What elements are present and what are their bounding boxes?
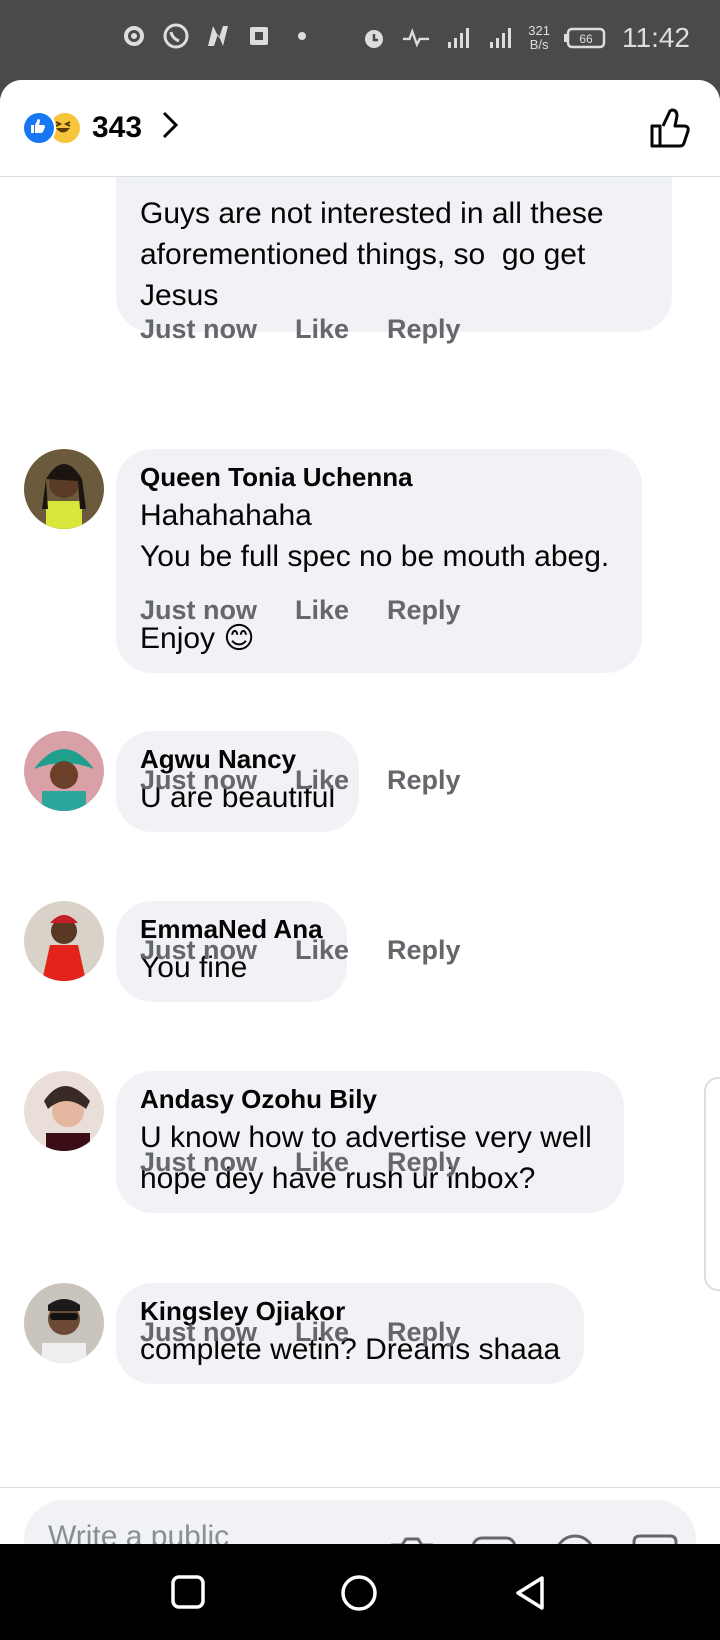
avatar[interactable] [24, 1283, 104, 1363]
reactions-summary[interactable]: 343 [22, 110, 180, 145]
reactions-header: 343 [0, 80, 720, 177]
comment-actions: Just now Like Reply [140, 595, 461, 626]
reply-comment-button[interactable]: Reply [387, 1147, 461, 1178]
reaction-count: 343 [92, 110, 143, 144]
comments-sheet: 343 Guys are not interested in all these… [0, 80, 720, 1544]
battery-icon: 66 [564, 24, 608, 52]
comment-composer: Write a public comment... [0, 1487, 720, 1544]
clock: 11:42 [622, 22, 690, 53]
comment-text: Hahahahaha You be full spec no be mouth … [140, 499, 610, 655]
like-comment-button[interactable]: Like [295, 595, 349, 626]
like-comment-button[interactable]: Like [295, 935, 349, 966]
comment-bubble[interactable]: Guys are not interested in all these afo… [116, 177, 672, 332]
comment-author[interactable]: Queen Tonia Uchenna [140, 459, 618, 495]
reply-comment-button[interactable]: Reply [387, 935, 461, 966]
activity-icon [402, 24, 430, 52]
comment-placeholder: Write a public comment... [48, 1520, 230, 1544]
n-app-icon [204, 22, 232, 50]
system-nav-bar [0, 1544, 720, 1640]
net-speed-unit: B/s [529, 37, 549, 52]
camera-icon[interactable] [388, 1533, 436, 1544]
comment-bubble[interactable]: Queen Tonia Uchenna Hahahahaha You be fu… [116, 449, 642, 673]
comment-text: Guys are not interested in all these afo… [140, 197, 612, 312]
comment-actions: Just now Like Reply [140, 314, 461, 345]
comment-time: Just now [140, 1317, 258, 1347]
signal-icon [444, 24, 472, 52]
avatar[interactable] [24, 1071, 104, 1151]
like-comment-button[interactable]: Like [295, 765, 349, 796]
chevron-right-icon [160, 110, 180, 145]
comment-actions: Just now Like Reply [140, 1147, 461, 1178]
like-comment-button[interactable]: Like [295, 1317, 349, 1348]
dot-icon [288, 22, 316, 50]
comment-time: Just now [140, 314, 258, 344]
comment-time: Just now [140, 765, 258, 795]
comment-input[interactable]: Write a public comment... [24, 1500, 696, 1544]
reply-comment-button[interactable]: Reply [387, 1317, 461, 1348]
composer-actions [388, 1532, 680, 1544]
status-bar-system: 321 B/s 66 11:42 [360, 22, 690, 54]
comment-actions: Just now Like Reply [140, 1317, 461, 1348]
comment-bubble[interactable]: Andasy Ozohu Bily U know how to advertis… [116, 1071, 624, 1213]
comment-list: Guys are not interested in all these afo… [0, 177, 720, 1487]
alarm-icon [360, 24, 388, 52]
like-comment-button[interactable]: Like [295, 314, 349, 345]
like-button-icon[interactable] [648, 106, 692, 155]
like-comment-button[interactable]: Like [295, 1147, 349, 1178]
reply-comment-button[interactable]: Reply [387, 314, 461, 345]
signal-4g-icon [486, 24, 514, 52]
whatsapp-icon [162, 22, 190, 50]
recents-button[interactable] [170, 1574, 206, 1615]
comment-time: Just now [140, 935, 258, 965]
reply-comment-button[interactable]: Reply [387, 765, 461, 796]
avatar[interactable] [24, 449, 104, 529]
reply-comment-button[interactable]: Reply [387, 595, 461, 626]
like-reaction-icon [22, 110, 56, 145]
back-button[interactable] [512, 1574, 548, 1617]
status-bar-notifications [120, 22, 316, 50]
avatar[interactable] [24, 901, 104, 981]
scroll-handle[interactable] [704, 1077, 720, 1291]
settings-icon [120, 22, 148, 50]
net-speed: 321 B/s [528, 24, 550, 52]
comment-actions: Just now Like Reply [140, 765, 461, 796]
comment-author[interactable]: Andasy Ozohu Bily [140, 1081, 600, 1117]
status-bar: 321 B/s 66 11:42 [0, 0, 720, 80]
avatar[interactable] [24, 731, 104, 811]
home-button[interactable] [340, 1574, 378, 1617]
gif-icon[interactable] [470, 1533, 518, 1544]
comment-time: Just now [140, 1147, 258, 1177]
emoji-icon[interactable] [552, 1532, 598, 1544]
net-speed-value: 321 [528, 23, 550, 38]
battery-level: 66 [579, 32, 593, 46]
pdf-icon [246, 22, 274, 50]
sticker-icon[interactable] [632, 1532, 680, 1544]
comment-time: Just now [140, 595, 258, 625]
comment-actions: Just now Like Reply [140, 935, 461, 966]
